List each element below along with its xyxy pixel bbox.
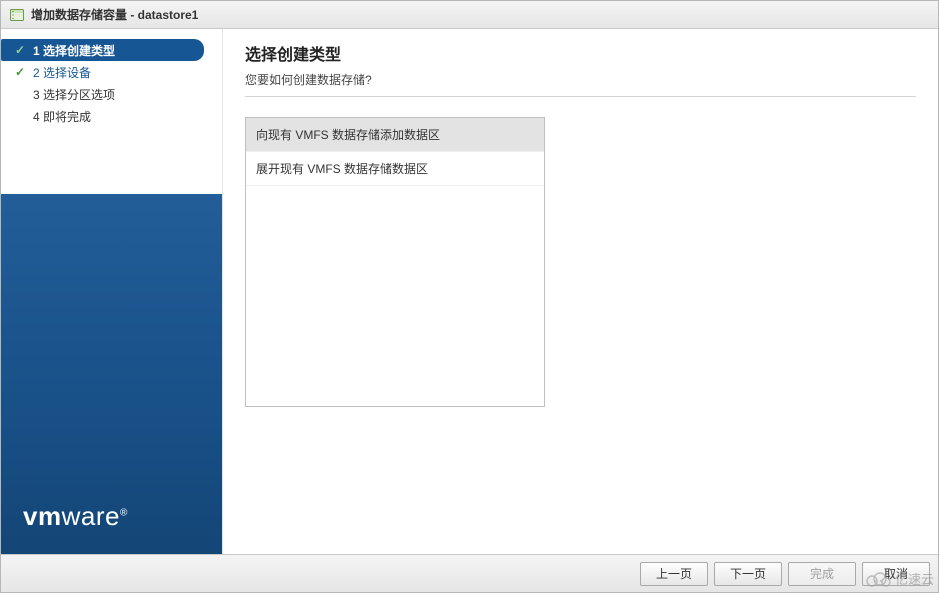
option-label: 展开现有 VMFS 数据存储数据区 <box>256 162 428 176</box>
check-icon: ✓ <box>13 43 27 57</box>
back-button[interactable]: 上一页 <box>640 562 708 586</box>
option-expand-extent[interactable]: 展开现有 VMFS 数据存储数据区 <box>246 152 544 186</box>
wizard-step-4: ✓ 4 即将完成 <box>1 105 222 127</box>
wizard-step-3: ✓ 3 选择分区选项 <box>1 83 222 105</box>
sidebar-decoration <box>1 194 223 554</box>
vmware-logo: vmware® <box>23 501 128 532</box>
wizard-footer: 上一页 下一页 完成 取消 <box>1 554 938 592</box>
option-list-spacer <box>246 186 544 406</box>
wizard-steps: ✓ 1 选择创建类型 ✓ 2 选择设备 ✓ 3 选择分区选项 ✓ 4 即将完成 <box>1 29 222 127</box>
title-bar: 增加数据存储容量 - datastore1 <box>1 1 938 29</box>
option-add-extent[interactable]: 向现有 VMFS 数据存储添加数据区 <box>246 118 544 152</box>
page-subtitle: 您要如何创建数据存储? <box>245 71 916 88</box>
window-title: 增加数据存储容量 - datastore1 <box>31 6 198 23</box>
option-label: 向现有 VMFS 数据存储添加数据区 <box>256 128 440 142</box>
dialog-body: ✓ 1 选择创建类型 ✓ 2 选择设备 ✓ 3 选择分区选项 ✓ 4 即将完成 … <box>1 29 938 554</box>
finish-button[interactable]: 完成 <box>788 562 856 586</box>
wizard-step-label: 1 选择创建类型 <box>33 42 115 59</box>
wizard-step-label: 2 选择设备 <box>33 64 91 81</box>
wizard-step-label: 4 即将完成 <box>33 108 91 125</box>
next-button[interactable]: 下一页 <box>714 562 782 586</box>
wizard-sidebar: ✓ 1 选择创建类型 ✓ 2 选择设备 ✓ 3 选择分区选项 ✓ 4 即将完成 … <box>1 29 223 554</box>
cancel-button[interactable]: 取消 <box>862 562 930 586</box>
page-heading: 选择创建类型 <box>245 41 916 65</box>
wizard-step-1[interactable]: ✓ 1 选择创建类型 <box>1 39 204 61</box>
wizard-step-label: 3 选择分区选项 <box>33 86 115 103</box>
dialog-window: 增加数据存储容量 - datastore1 ✓ 1 选择创建类型 ✓ 2 选择设… <box>0 0 939 593</box>
creation-type-list: 向现有 VMFS 数据存储添加数据区 展开现有 VMFS 数据存储数据区 <box>245 117 545 407</box>
divider <box>245 96 916 97</box>
datastore-icon <box>9 7 25 23</box>
wizard-main: 选择创建类型 您要如何创建数据存储? 向现有 VMFS 数据存储添加数据区 展开… <box>223 29 938 554</box>
check-icon: ✓ <box>13 65 27 79</box>
wizard-step-2[interactable]: ✓ 2 选择设备 <box>1 61 222 83</box>
